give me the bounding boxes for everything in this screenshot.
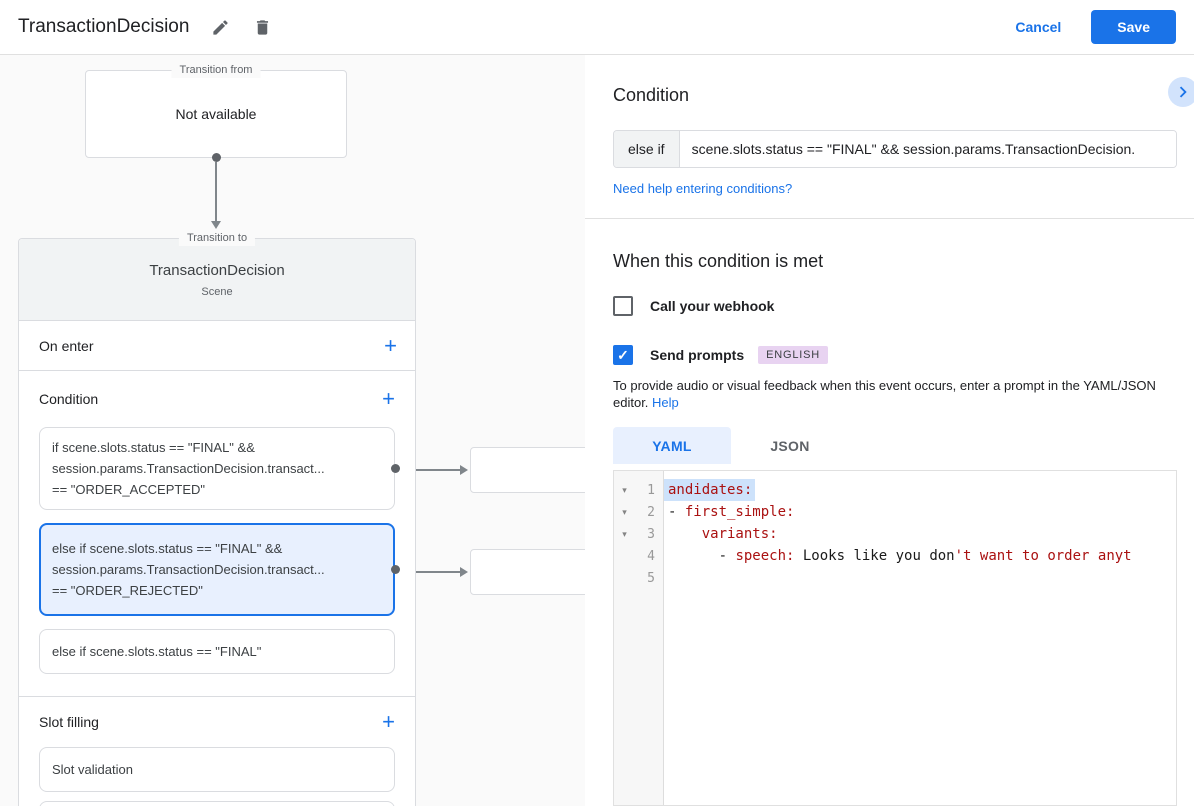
- line-number: 1: [647, 482, 655, 498]
- prompt-description: To provide audio or visual feedback when…: [613, 377, 1169, 411]
- code-line: variants:: [701, 526, 778, 542]
- connector-dot[interactable]: [391, 565, 400, 574]
- condition-section-label: Condition: [39, 391, 99, 407]
- gutter-line: ▾ 2: [614, 501, 663, 523]
- send-prompts-label: Send prompts: [650, 347, 745, 363]
- call-webhook-checkbox[interactable]: [613, 296, 633, 316]
- condition-item[interactable]: else if scene.slots.status == "FINAL": [39, 629, 395, 674]
- gutter-line: ▾ 3: [614, 523, 663, 545]
- condition-text-line: if scene.slots.status == "FINAL" &&: [52, 440, 255, 455]
- condition-text-line: session.params.TransactionDecision.trans…: [52, 461, 325, 476]
- condition-section: Condition + if scene.slots.status == "FI…: [19, 371, 415, 697]
- scene-title: TransactionDecision: [149, 262, 285, 279]
- panel-title: Condition: [613, 85, 690, 105]
- slot-item[interactable]: Slot validation: [39, 747, 395, 792]
- delete-icon[interactable]: [245, 10, 279, 44]
- condition-expression-row: else if: [613, 130, 1177, 168]
- fold-arrow-icon[interactable]: ▾: [614, 529, 635, 540]
- scene-card-header: TransactionDecision Scene: [19, 239, 415, 321]
- transition-target-box[interactable]: [470, 549, 585, 595]
- transition-target-box[interactable]: [470, 447, 585, 493]
- transition-from-content: Not available: [175, 106, 257, 122]
- tab-json[interactable]: JSON: [731, 427, 849, 464]
- cancel-button[interactable]: Cancel: [1015, 19, 1061, 35]
- send-prompts-row: ✓ Send prompts ENGLISH: [613, 345, 829, 365]
- add-on-enter-icon[interactable]: +: [384, 334, 397, 357]
- editor-tabs: YAML JSON: [613, 427, 849, 464]
- on-enter-row[interactable]: On enter +: [19, 321, 415, 371]
- transition-to-label: Transition to: [178, 231, 256, 246]
- condition-prefix-label: else if: [614, 131, 680, 167]
- slot-filling-label: Slot filling: [39, 714, 99, 730]
- line-number: 5: [647, 570, 655, 586]
- condition-arrowhead-icon: [460, 567, 468, 577]
- gutter-line: 5: [614, 567, 663, 589]
- send-prompts-checkbox[interactable]: ✓: [613, 345, 633, 365]
- transition-from-box: Transition from Not available: [85, 63, 347, 162]
- webhook-row: Call your webhook: [613, 296, 774, 316]
- line-number: 2: [647, 504, 655, 520]
- on-enter-label: On enter: [39, 337, 94, 354]
- panel-divider: [585, 218, 1194, 219]
- condition-item[interactable]: if scene.slots.status == "FINAL" && sess…: [39, 427, 400, 510]
- condition-text-line: == "ORDER_ACCEPTED": [52, 482, 205, 497]
- code-line: andidates:: [664, 479, 1176, 501]
- prompt-description-text: To provide audio or visual feedback when…: [613, 378, 1156, 410]
- fold-arrow-icon[interactable]: ▾: [614, 507, 635, 518]
- scene-card: Transition to TransactionDecision Scene …: [18, 231, 416, 806]
- tab-yaml[interactable]: YAML: [613, 427, 731, 464]
- line-number: 4: [647, 548, 655, 564]
- gutter-line: ▾ 1: [614, 479, 663, 501]
- chevron-right-icon: [1179, 86, 1187, 98]
- header: TransactionDecision Cancel Save: [0, 0, 1194, 55]
- condition-text-line: else if scene.slots.status == "FINAL": [52, 644, 262, 659]
- connector-dot[interactable]: [391, 464, 400, 473]
- check-icon: ✓: [617, 346, 629, 363]
- condition-item-selected[interactable]: else if scene.slots.status == "FINAL" &&…: [39, 523, 400, 616]
- editor-gutter: ▾ 1 ▾ 2 ▾ 3 4 5: [614, 471, 664, 805]
- gutter-line: 4: [614, 545, 663, 567]
- locale-badge: ENGLISH: [758, 346, 829, 364]
- condition-text-line: == "ORDER_REJECTED": [52, 583, 203, 598]
- code-editor[interactable]: ▾ 1 ▾ 2 ▾ 3 4 5 andidates: - first_simpl…: [613, 470, 1177, 806]
- slot-filling-section-header: Slot filling +: [39, 697, 395, 747]
- editor-code-area[interactable]: andidates: - first_simple: variants: - s…: [664, 471, 1176, 805]
- condition-arrowhead-icon: [460, 465, 468, 475]
- transition-arrow-line: [215, 162, 217, 222]
- text-selection: andidates:: [664, 479, 756, 501]
- connector-dot[interactable]: [211, 153, 221, 162]
- scene-subtitle: Scene: [201, 286, 233, 298]
- add-condition-icon[interactable]: +: [382, 388, 395, 410]
- save-button[interactable]: Save: [1091, 10, 1176, 44]
- add-slot-icon[interactable]: +: [382, 711, 395, 733]
- scene-diagram-canvas: Transition from Not available Transition…: [0, 55, 585, 806]
- condition-met-heading: When this condition is met: [613, 251, 824, 271]
- code-line: - first_simple:: [668, 504, 795, 520]
- call-webhook-label: Call your webhook: [650, 298, 775, 314]
- transition-from-label: Transition from: [171, 63, 261, 78]
- collapse-panel-button[interactable]: [1168, 77, 1194, 107]
- slot-item-partial[interactable]: [39, 801, 395, 806]
- transition-arrowhead-icon: [211, 221, 221, 229]
- condition-help-link[interactable]: Need help entering conditions?: [613, 181, 792, 196]
- condition-text-line: else if scene.slots.status == "FINAL" &&: [52, 541, 283, 556]
- page-title: TransactionDecision: [18, 16, 190, 37]
- condition-text-line: session.params.TransactionDecision.trans…: [52, 562, 325, 577]
- line-number: 3: [647, 526, 655, 542]
- slot-filling-section: Slot filling + Slot validation: [19, 697, 415, 806]
- condition-editor-panel: Condition else if Need help entering con…: [585, 55, 1194, 806]
- condition-input[interactable]: [679, 131, 1176, 167]
- condition-section-header: Condition +: [39, 371, 395, 427]
- edit-icon[interactable]: [203, 10, 237, 44]
- code-line: - speech: Looks like you don't want to o…: [668, 548, 1132, 564]
- fold-arrow-icon[interactable]: ▾: [614, 485, 635, 496]
- help-link[interactable]: Help: [652, 395, 679, 410]
